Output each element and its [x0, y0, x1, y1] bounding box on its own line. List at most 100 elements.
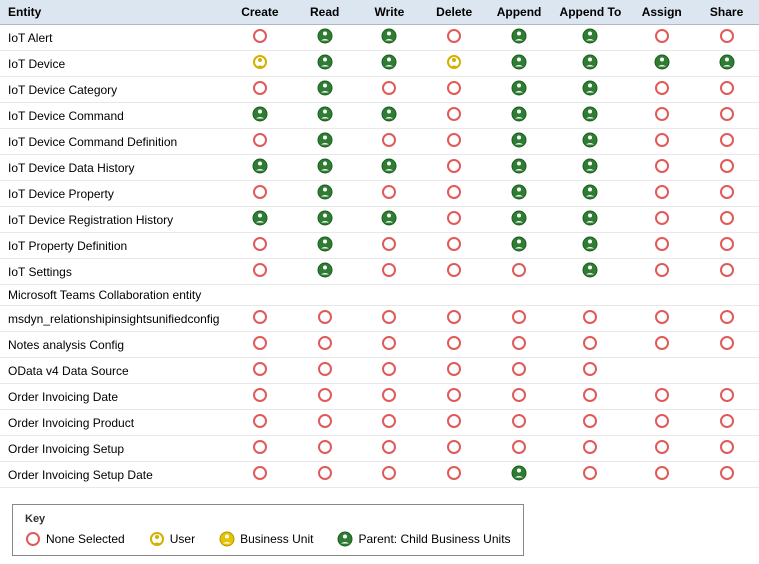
cell-assign-9[interactable] — [629, 259, 694, 285]
cell-assign-4[interactable] — [629, 129, 694, 155]
cell-share-9[interactable] — [694, 259, 759, 285]
cell-create-4[interactable] — [227, 129, 292, 155]
cell-share-0[interactable] — [694, 25, 759, 51]
cell-create-0[interactable] — [227, 25, 292, 51]
cell-append-5[interactable] — [487, 155, 552, 181]
cell-append-15[interactable] — [487, 410, 552, 436]
cell-delete-8[interactable] — [422, 233, 487, 259]
cell-append-16[interactable] — [487, 436, 552, 462]
cell-write-3[interactable] — [357, 103, 422, 129]
cell-create-17[interactable] — [227, 462, 292, 488]
cell-appendTo-12[interactable] — [552, 332, 630, 358]
cell-create-6[interactable] — [227, 181, 292, 207]
cell-read-9[interactable] — [292, 259, 357, 285]
cell-share-15[interactable] — [694, 410, 759, 436]
cell-write-8[interactable] — [357, 233, 422, 259]
cell-read-2[interactable] — [292, 77, 357, 103]
cell-assign-3[interactable] — [629, 103, 694, 129]
cell-read-12[interactable] — [292, 332, 357, 358]
cell-append-8[interactable] — [487, 233, 552, 259]
cell-appendTo-6[interactable] — [552, 181, 630, 207]
cell-delete-17[interactable] — [422, 462, 487, 488]
cell-delete-2[interactable] — [422, 77, 487, 103]
cell-read-8[interactable] — [292, 233, 357, 259]
cell-read-0[interactable] — [292, 25, 357, 51]
cell-appendTo-11[interactable] — [552, 306, 630, 332]
cell-create-9[interactable] — [227, 259, 292, 285]
cell-append-11[interactable] — [487, 306, 552, 332]
cell-write-13[interactable] — [357, 358, 422, 384]
cell-read-10[interactable] — [292, 285, 357, 306]
cell-create-5[interactable] — [227, 155, 292, 181]
cell-append-7[interactable] — [487, 207, 552, 233]
cell-share-17[interactable] — [694, 462, 759, 488]
cell-assign-2[interactable] — [629, 77, 694, 103]
cell-read-5[interactable] — [292, 155, 357, 181]
cell-delete-12[interactable] — [422, 332, 487, 358]
cell-share-12[interactable] — [694, 332, 759, 358]
cell-read-14[interactable] — [292, 384, 357, 410]
cell-read-17[interactable] — [292, 462, 357, 488]
cell-delete-0[interactable] — [422, 25, 487, 51]
cell-delete-9[interactable] — [422, 259, 487, 285]
cell-write-2[interactable] — [357, 77, 422, 103]
cell-create-11[interactable] — [227, 306, 292, 332]
cell-delete-11[interactable] — [422, 306, 487, 332]
cell-append-17[interactable] — [487, 462, 552, 488]
cell-assign-16[interactable] — [629, 436, 694, 462]
cell-assign-5[interactable] — [629, 155, 694, 181]
cell-delete-14[interactable] — [422, 384, 487, 410]
cell-append-9[interactable] — [487, 259, 552, 285]
cell-assign-10[interactable] — [629, 285, 694, 306]
cell-appendTo-7[interactable] — [552, 207, 630, 233]
cell-append-13[interactable] — [487, 358, 552, 384]
cell-appendTo-1[interactable] — [552, 51, 630, 77]
cell-create-2[interactable] — [227, 77, 292, 103]
cell-share-2[interactable] — [694, 77, 759, 103]
cell-assign-8[interactable] — [629, 233, 694, 259]
cell-appendTo-4[interactable] — [552, 129, 630, 155]
cell-read-4[interactable] — [292, 129, 357, 155]
cell-write-10[interactable] — [357, 285, 422, 306]
cell-write-1[interactable] — [357, 51, 422, 77]
cell-share-5[interactable] — [694, 155, 759, 181]
cell-append-6[interactable] — [487, 181, 552, 207]
cell-appendTo-14[interactable] — [552, 384, 630, 410]
cell-delete-5[interactable] — [422, 155, 487, 181]
cell-appendTo-17[interactable] — [552, 462, 630, 488]
cell-assign-17[interactable] — [629, 462, 694, 488]
cell-assign-11[interactable] — [629, 306, 694, 332]
cell-assign-15[interactable] — [629, 410, 694, 436]
cell-append-2[interactable] — [487, 77, 552, 103]
cell-appendTo-15[interactable] — [552, 410, 630, 436]
cell-create-3[interactable] — [227, 103, 292, 129]
cell-share-8[interactable] — [694, 233, 759, 259]
cell-write-17[interactable] — [357, 462, 422, 488]
cell-create-14[interactable] — [227, 384, 292, 410]
cell-read-3[interactable] — [292, 103, 357, 129]
cell-read-1[interactable] — [292, 51, 357, 77]
cell-share-10[interactable] — [694, 285, 759, 306]
cell-write-11[interactable] — [357, 306, 422, 332]
cell-share-11[interactable] — [694, 306, 759, 332]
cell-appendTo-0[interactable] — [552, 25, 630, 51]
cell-delete-1[interactable] — [422, 51, 487, 77]
cell-write-12[interactable] — [357, 332, 422, 358]
cell-append-4[interactable] — [487, 129, 552, 155]
cell-appendTo-8[interactable] — [552, 233, 630, 259]
cell-write-4[interactable] — [357, 129, 422, 155]
cell-delete-4[interactable] — [422, 129, 487, 155]
cell-share-6[interactable] — [694, 181, 759, 207]
cell-read-11[interactable] — [292, 306, 357, 332]
cell-assign-0[interactable] — [629, 25, 694, 51]
cell-delete-15[interactable] — [422, 410, 487, 436]
cell-write-0[interactable] — [357, 25, 422, 51]
cell-delete-16[interactable] — [422, 436, 487, 462]
cell-appendTo-13[interactable] — [552, 358, 630, 384]
cell-read-15[interactable] — [292, 410, 357, 436]
cell-appendTo-3[interactable] — [552, 103, 630, 129]
cell-create-12[interactable] — [227, 332, 292, 358]
cell-write-14[interactable] — [357, 384, 422, 410]
cell-write-5[interactable] — [357, 155, 422, 181]
cell-create-10[interactable] — [227, 285, 292, 306]
